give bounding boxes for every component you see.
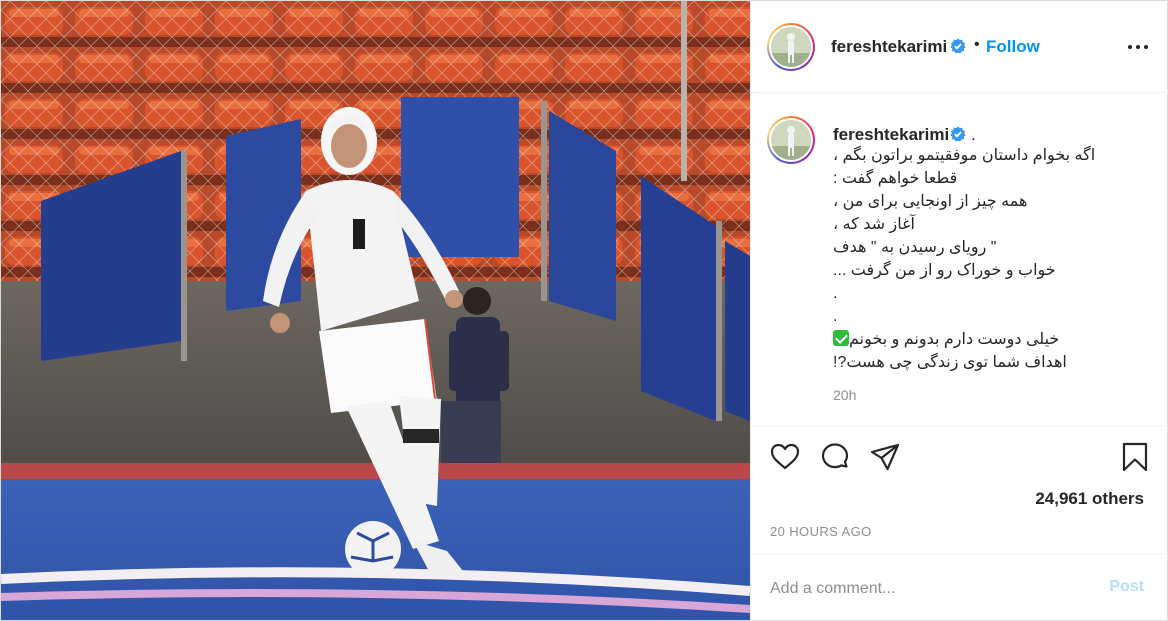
caption-section: fereshtekarimi . اگه بخوام داستان موفقیت… (751, 94, 1168, 426)
follow-button[interactable]: Follow (986, 37, 1040, 57)
caption-username-link[interactable]: fereshtekarimi (833, 125, 949, 145)
caption-line-text: خیلی دوست دارم بدونم و بخونم (849, 331, 1060, 348)
caption-line: قطعا خواهم گفت : (833, 170, 958, 187)
avatar[interactable] (767, 23, 815, 71)
caption-line: آغاز شد که ، (833, 216, 915, 233)
post-side-panel: fereshtekarimi • Follow fereshtekarimi .… (750, 1, 1168, 620)
comment-input[interactable] (770, 575, 1090, 603)
verified-badge-icon (950, 38, 966, 54)
caption-line: اهداف شما توی زندگی چی هست?! (833, 354, 1067, 371)
caption-line: خواب و خوراک رو از من گرفت ... (833, 262, 1056, 279)
username-link[interactable]: fereshtekarimi (831, 37, 947, 57)
caption-line: اگه بخوام داستان موفقیتمو براتون بگم ، (833, 147, 1096, 164)
caption-line: " رویای رسیدن به " هدف (833, 239, 997, 256)
heart-icon[interactable] (769, 441, 801, 473)
separator-dot: • (974, 36, 980, 53)
caption-avatar[interactable] (767, 116, 815, 164)
caption-username-suffix: . (971, 125, 976, 144)
post-comment-button[interactable]: Post (1109, 578, 1144, 596)
caption-line-with-emoji: خیلی دوست دارم بدونم و بخونم (833, 328, 1153, 351)
comment-icon[interactable] (819, 441, 851, 473)
white-check-mark-icon (833, 330, 849, 346)
comment-bar: Post (751, 554, 1168, 620)
post-time-ago[interactable]: 20h (833, 387, 856, 403)
caption-line: . (833, 308, 838, 325)
post-photo[interactable] (1, 1, 750, 620)
caption-line: . (833, 285, 838, 302)
post-date: 20 HOURS AGO (770, 524, 872, 539)
more-options-icon[interactable] (1123, 35, 1153, 59)
verified-badge-icon (950, 126, 966, 142)
post-header: fereshtekarimi • Follow (751, 1, 1168, 93)
share-icon[interactable] (869, 441, 901, 473)
likes-count[interactable]: 24,961 others (1035, 489, 1144, 509)
caption-line: همه چیز از اونجایی برای من ، (833, 193, 1028, 210)
bookmark-icon[interactable] (1119, 441, 1151, 473)
caption-text: اگه بخوام داستان موفقیتمو براتون بگم ، ق… (833, 144, 1153, 374)
